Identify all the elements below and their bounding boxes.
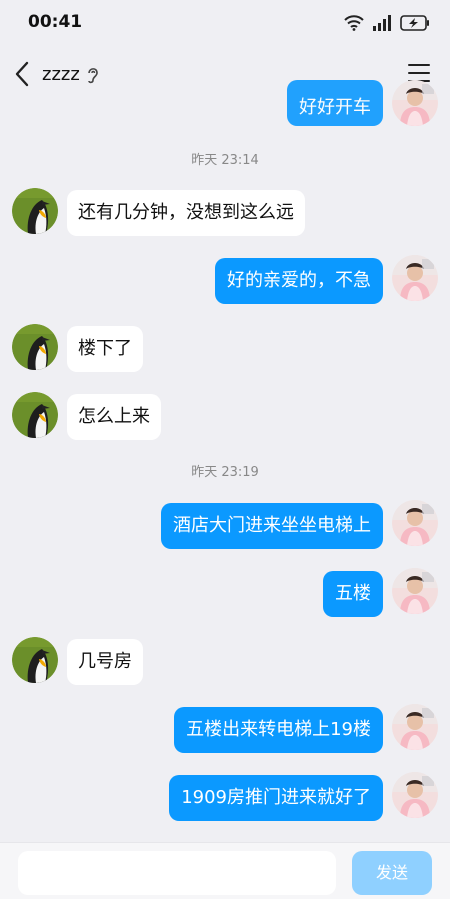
timestamp: 昨天 23:14 [191,153,259,168]
user-avatar-icon[interactable] [392,255,438,301]
message-outgoing[interactable]: 好的亲爱的，不急 [215,258,383,304]
user-avatar-icon[interactable] [392,772,438,818]
message-text: 还有几分钟，没想到这么远 [78,202,294,223]
timestamp: 昨天 23:19 [191,465,259,480]
message-outgoing[interactable]: 1909房推门进来就好了 [169,775,383,821]
message-incoming[interactable]: 还有几分钟，没想到这么远 [67,190,305,236]
user-avatar-icon[interactable] [392,80,438,126]
signal-icon [373,15,391,31]
user-avatar-icon[interactable] [392,568,438,614]
chat-title[interactable]: zzzz [42,64,80,85]
message-text: 好好开车 [299,97,371,118]
message-text: 怎么上来 [78,406,150,427]
penguin-avatar-icon[interactable] [12,392,58,438]
status-bar: 00:41 [0,0,450,46]
status-icons [344,14,430,32]
message-text: 五楼出来转电梯上19楼 [186,719,371,740]
message-incoming[interactable]: 怎么上来 [67,394,161,440]
penguin-avatar-icon[interactable] [12,637,58,683]
wifi-icon [344,15,364,31]
input-bar: 发送 [0,842,450,899]
message-text: 几号房 [78,651,132,672]
ear-icon [88,68,98,84]
message-outgoing[interactable]: 好好开车 [287,80,383,126]
message-incoming[interactable]: 楼下了 [67,326,143,372]
user-avatar-icon[interactable] [392,704,438,750]
status-time: 00:41 [28,12,83,32]
message-text: 酒店大门进来坐坐电梯上 [173,515,371,536]
message-outgoing[interactable]: 酒店大门进来坐坐电梯上 [161,503,383,549]
message-outgoing[interactable]: 五楼出来转电梯上19楼 [174,707,383,753]
message-input[interactable] [18,851,336,895]
message-text: 五楼 [335,583,371,604]
penguin-avatar-icon[interactable] [12,324,58,370]
battery-icon [400,15,429,31]
penguin-avatar-icon[interactable] [12,188,58,234]
message-text: 1909房推门进来就好了 [181,787,371,808]
back-icon [15,61,29,87]
message-text: 好的亲爱的，不急 [227,270,371,291]
message-text: 楼下了 [78,338,132,359]
message-incoming[interactable]: 几号房 [67,639,143,685]
message-outgoing[interactable]: 五楼 [323,571,383,617]
user-avatar-icon[interactable] [392,500,438,546]
back-button[interactable] [12,60,36,88]
send-button[interactable]: 发送 [352,851,432,895]
